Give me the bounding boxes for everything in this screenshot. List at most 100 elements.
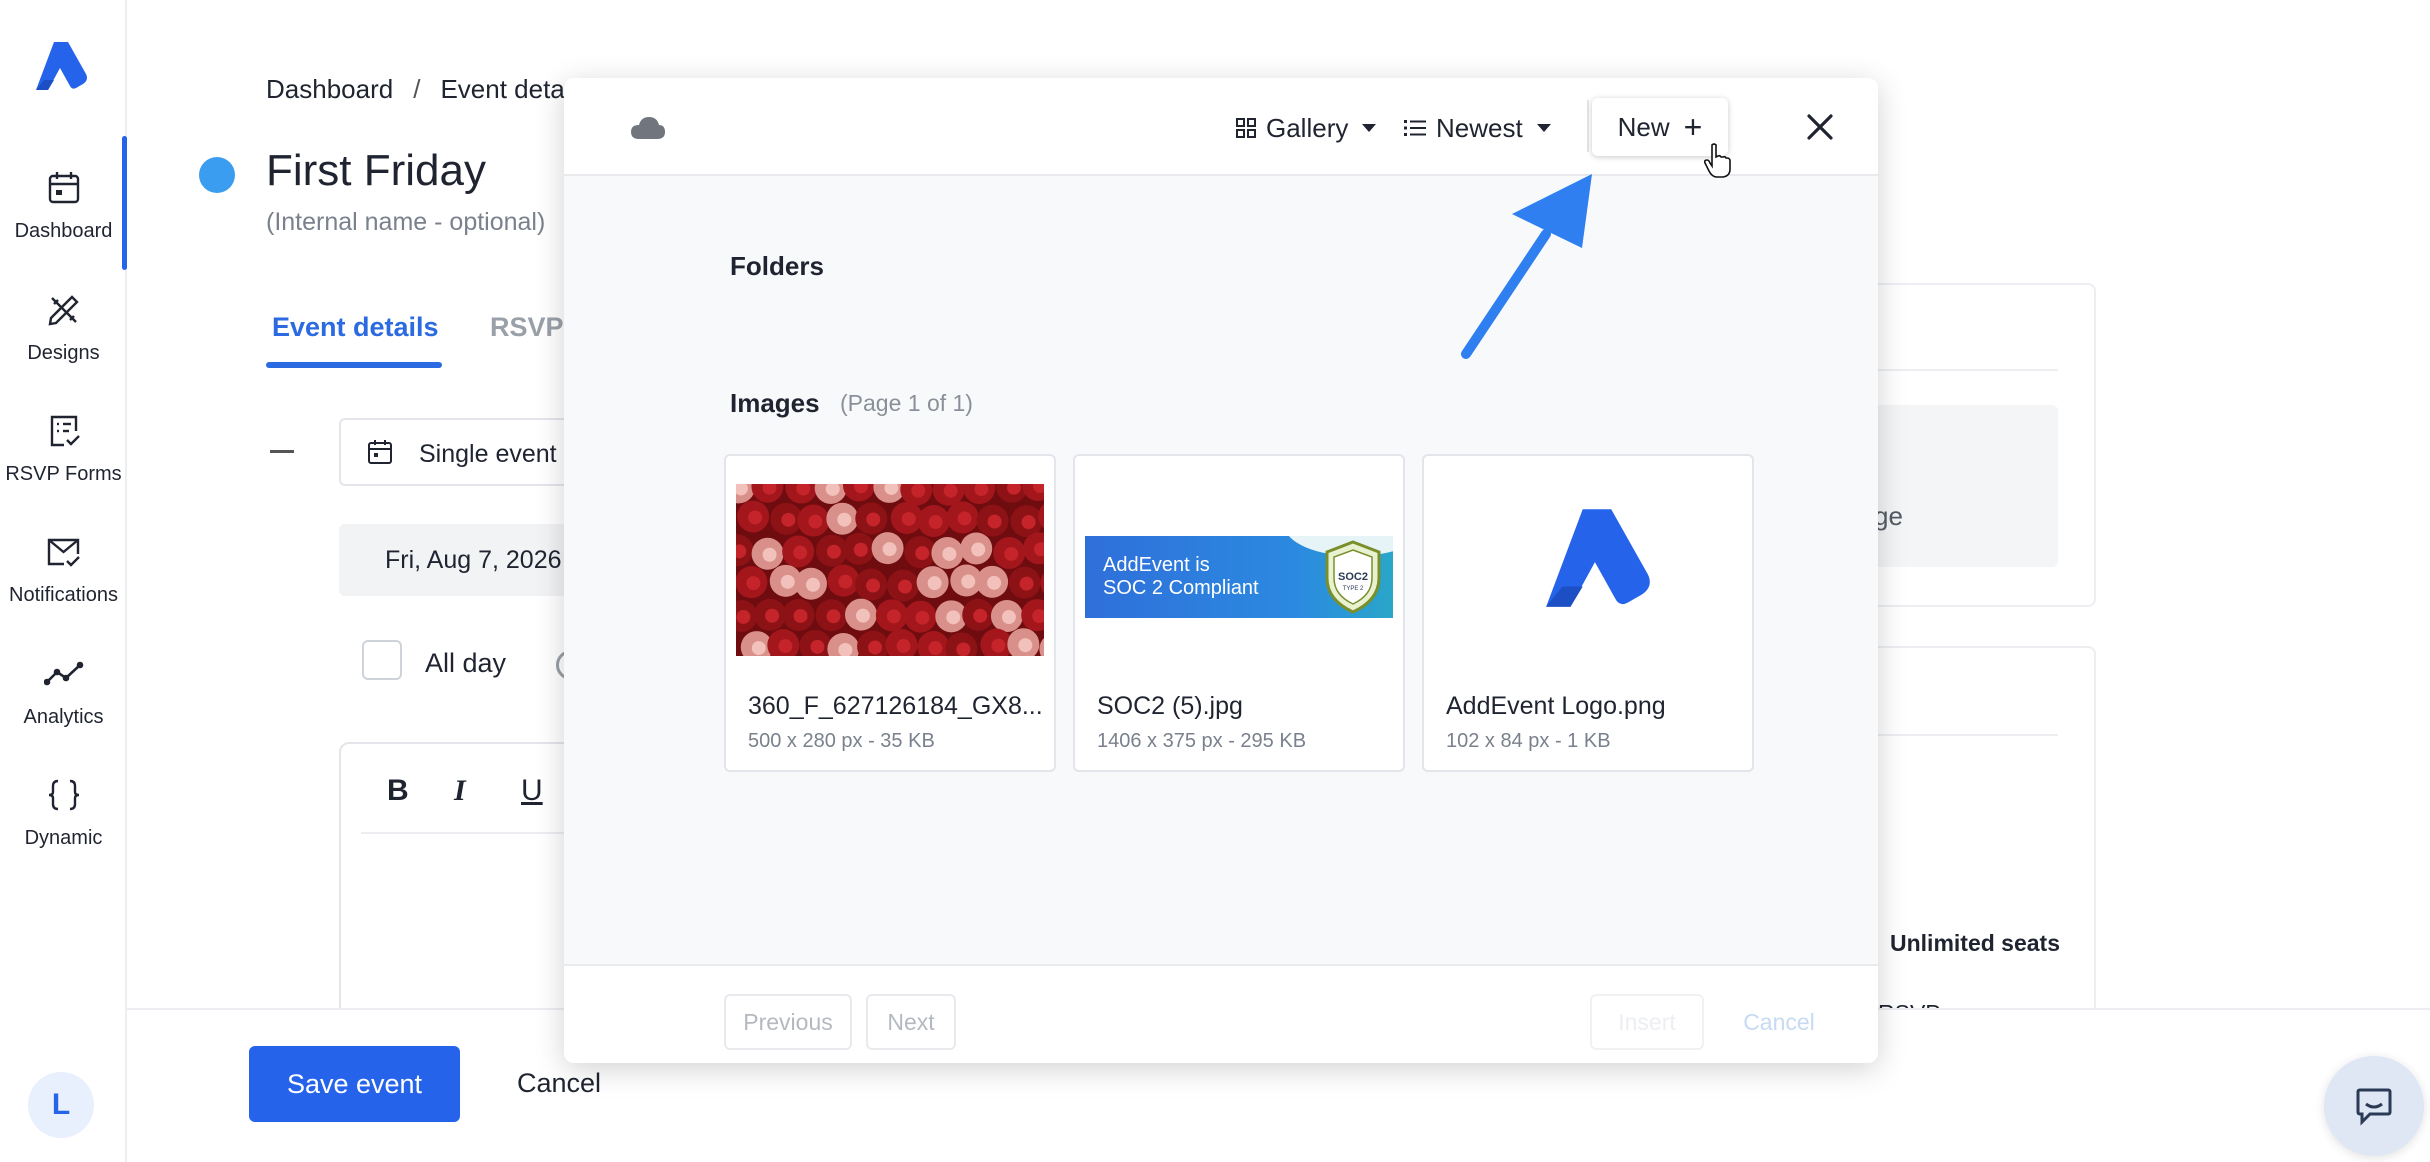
close-icon[interactable] <box>1805 112 1835 142</box>
rose-center <box>780 574 795 589</box>
sidebar-item-label: Dashboard <box>14 220 113 242</box>
breadcrumb-dashboard[interactable]: Dashboard <box>266 74 393 104</box>
rose-center <box>751 641 766 656</box>
page-title[interactable]: First Friday <box>266 146 486 196</box>
all-day-checkbox[interactable] <box>362 640 402 680</box>
card-divider <box>1862 734 2058 736</box>
tab-rsvp[interactable]: RSVP <box>490 312 564 343</box>
next-button[interactable]: Next <box>866 994 956 1050</box>
image-card[interactable]: AddEvent Logo.png 102 x 84 px - 1 KB <box>1422 454 1754 772</box>
underline-button[interactable]: U <box>521 774 543 808</box>
rose-center <box>898 579 913 594</box>
rose-center <box>868 640 883 655</box>
sidebar-item-dynamic[interactable]: Dynamic <box>0 775 127 883</box>
image-panel-card: ge <box>1860 283 2096 607</box>
sidebar-item-dashboard[interactable]: Dashboard <box>0 168 127 276</box>
view-mode-dropdown[interactable]: Gallery <box>1236 108 1377 148</box>
sidebar-item-label: RSVP Forms <box>5 463 122 485</box>
cloud-icon[interactable] <box>629 114 667 140</box>
image-dropzone[interactable]: ge <box>1862 405 2058 567</box>
rose-center <box>957 511 972 526</box>
rose-center <box>1019 576 1034 591</box>
hand-cursor-icon <box>1704 143 1731 178</box>
badge-text: SOC2 <box>1338 571 1368 583</box>
sidebar-item-analytics[interactable]: Analytics <box>0 654 127 762</box>
image-thumbnail-soc2: AddEvent is SOC 2 Compliant SOC2 TYPE 2 <box>1085 536 1393 618</box>
bold-button[interactable]: B <box>387 774 409 808</box>
banner-line-1: AddEvent is <box>1103 554 1210 576</box>
rose-center <box>765 608 780 623</box>
all-day-label: All day <box>425 648 507 678</box>
banner-line-2: SOC 2 Compliant <box>1103 577 1259 599</box>
avatar[interactable]: L <box>28 1072 94 1138</box>
chat-button[interactable] <box>2324 1056 2424 1156</box>
image-thumbnail-roses <box>736 484 1044 656</box>
cancel-button[interactable]: Cancel <box>517 1068 601 1099</box>
rose-center <box>778 639 793 654</box>
modal-cancel-button[interactable]: Cancel <box>1724 994 1834 1050</box>
grid-icon <box>1236 118 1256 138</box>
rose-center <box>911 484 926 498</box>
rose-center <box>808 514 823 529</box>
chevron-down-icon <box>1362 124 1377 132</box>
insert-button[interactable]: Insert <box>1590 994 1704 1050</box>
sidebar-item-label: Designs <box>27 342 100 364</box>
rose-center <box>927 576 942 591</box>
new-button-label: New <box>1617 111 1670 142</box>
rose-center <box>882 542 897 557</box>
save-event-button[interactable]: Save event <box>249 1046 460 1122</box>
rose-center <box>946 610 961 625</box>
image-name: SOC2 (5).jpg <box>1097 692 1243 720</box>
breadcrumb-event-details: Event deta <box>440 74 565 104</box>
rose-center <box>826 609 841 624</box>
previous-button[interactable]: Previous <box>724 994 852 1050</box>
sidebar-item-rsvp-forms[interactable]: RSVP Forms <box>0 411 127 519</box>
rose-center <box>793 608 808 623</box>
rose-center <box>987 514 1002 529</box>
soc2-shield-icon: SOC2 TYPE 2 <box>1325 540 1381 614</box>
rose-center <box>928 515 943 530</box>
badge-subtext: TYPE 2 <box>1343 586 1364 592</box>
page-info: (Page 1 of 1) <box>840 390 973 416</box>
card-divider <box>1862 369 2058 371</box>
rose-center <box>991 638 1006 653</box>
rose-center <box>793 545 808 560</box>
rose-center <box>762 547 777 562</box>
image-card[interactable]: AddEvent is SOC 2 Compliant SOC2 TYPE 2 … <box>1073 454 1405 772</box>
sidebar-item-designs[interactable]: Designs <box>0 290 127 398</box>
italic-button[interactable]: I <box>454 774 466 808</box>
calendar-icon <box>368 440 392 464</box>
rose-center <box>886 609 901 624</box>
modal-header: Gallery Newest New + <box>564 78 1878 176</box>
rose-center <box>956 642 971 656</box>
annotation-arrow <box>1461 174 1592 359</box>
rose-center <box>866 578 881 593</box>
addevent-logo[interactable] <box>32 40 92 92</box>
line-chart-icon <box>43 661 83 686</box>
rose-center <box>901 511 916 526</box>
dropzone-label: ge <box>1874 501 1903 531</box>
internal-name-input[interactable]: (Internal name - optional) <box>266 208 545 237</box>
image-card[interactable]: 360_F_627126184_GX8... 500 x 280 px - 35… <box>724 454 1056 772</box>
rose-center <box>837 512 852 527</box>
sidebar-item-label: Analytics <box>23 706 104 728</box>
rose-center <box>896 638 911 653</box>
rose-center <box>855 608 870 623</box>
collapse-icon[interactable] <box>270 450 294 453</box>
rose-center <box>971 542 986 557</box>
image-meta: 102 x 84 px - 1 KB <box>1446 730 1611 752</box>
sidebar-item-label: Notifications <box>9 584 118 606</box>
pen-ruler-icon <box>48 295 79 326</box>
image-name: 360_F_627126184_GX8... <box>748 692 1043 720</box>
seats-value: Unlimited seats <box>1890 930 2060 956</box>
breadcrumb: Dashboard / Event deta <box>266 74 565 105</box>
sidebar-item-notifications[interactable]: Notifications <box>0 532 127 640</box>
start-date-value: Fri, Aug 7, 2026 <box>385 546 562 574</box>
tab-event-details[interactable]: Event details <box>272 312 439 343</box>
rose-center <box>853 542 868 557</box>
rose-center <box>806 577 821 592</box>
rose-center <box>838 574 853 589</box>
media-library-modal: Gallery Newest New + Folders Images (Pag… <box>564 78 1878 1063</box>
sidebar-item-label: Dynamic <box>24 827 103 849</box>
sort-dropdown[interactable]: Newest <box>1404 108 1551 148</box>
